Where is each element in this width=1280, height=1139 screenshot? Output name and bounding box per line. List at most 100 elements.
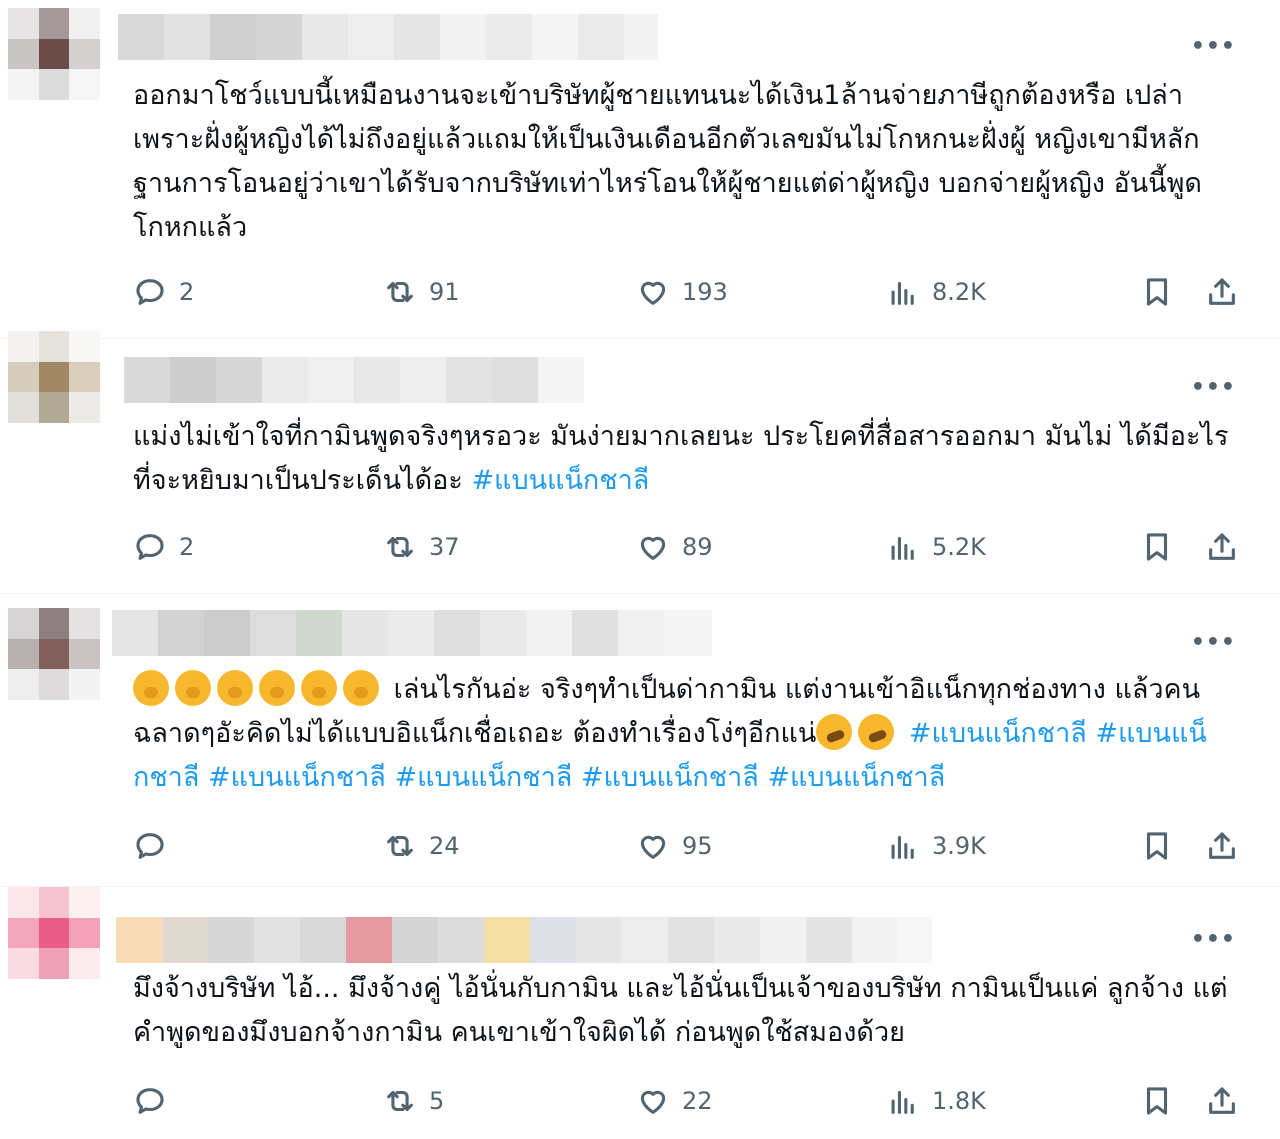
- views-button[interactable]: 1.8K: [886, 1079, 986, 1123]
- action-bar: 5 22 1.8K: [0, 1079, 1280, 1123]
- views-count: 1.8K: [932, 1087, 986, 1115]
- tweet[interactable]: ••• มึงจ้างบริษัท ไอ้... มึงจ้างคู่ ไอ้น…: [0, 887, 1280, 1139]
- tweet-text-main: แม่งไม่เข้าใจที่กามินพูดจริงๆหรอวะ มันง่…: [133, 421, 1229, 496]
- hand-over-mouth-emoji: [343, 670, 379, 706]
- share-button[interactable]: [1205, 824, 1239, 868]
- bookmark-button[interactable]: [1140, 1079, 1174, 1123]
- repost-icon: [387, 536, 413, 558]
- views-count: 3.9K: [932, 832, 986, 860]
- reply-button[interactable]: 2: [133, 525, 194, 569]
- views-button[interactable]: 5.2K: [886, 525, 986, 569]
- views-count: 8.2K: [932, 278, 986, 306]
- reply-button[interactable]: [133, 824, 179, 868]
- hashtag-link[interactable]: #แบนแน็กชาลี: [767, 762, 945, 793]
- hashtag-link[interactable]: #แบนแน็กชาลี: [471, 465, 649, 496]
- share-icon: [1209, 533, 1235, 560]
- reply-count: 2: [179, 278, 195, 306]
- share-icon: [1209, 832, 1235, 859]
- hand-over-mouth-emoji: [175, 670, 211, 706]
- hand-over-mouth-emoji: [301, 670, 337, 706]
- rolling-laughing-emoji: [853, 708, 900, 756]
- action-bar: 2 91 193 8.2K: [0, 270, 1280, 314]
- tweet-text: เล่นไรกันอ่ะ จริงๆทำเป็นด่ากามิน แต่งานเ…: [133, 668, 1243, 800]
- hand-over-mouth-emoji: [259, 670, 295, 706]
- repost-button[interactable]: 37: [383, 525, 460, 569]
- reply-button[interactable]: [133, 1079, 179, 1123]
- hand-over-mouth-emoji: [133, 670, 169, 706]
- username-blurred[interactable]: [118, 14, 658, 60]
- bookmark-icon: [1146, 278, 1168, 306]
- tweet[interactable]: ••• เล่นไรกันอ่ะ จริงๆทำเป็นด่ากามิน แต่…: [0, 594, 1280, 886]
- username-blurred[interactable]: [124, 357, 584, 403]
- avatar[interactable]: [8, 331, 100, 423]
- like-count: 89: [682, 533, 713, 561]
- like-button[interactable]: 193: [636, 270, 728, 314]
- rolling-laughing-emoji: [811, 708, 858, 756]
- repost-button[interactable]: 5: [383, 1079, 444, 1123]
- bookmark-button[interactable]: [1140, 270, 1174, 314]
- repost-icon: [387, 281, 413, 303]
- share-button[interactable]: [1205, 525, 1239, 569]
- views-icon: [891, 281, 914, 305]
- share-button[interactable]: [1205, 1079, 1239, 1123]
- reply-icon: [136, 279, 164, 305]
- repost-count: 24: [429, 832, 460, 860]
- views-count: 5.2K: [932, 533, 986, 561]
- heart-icon: [640, 536, 666, 560]
- reply-icon: [136, 534, 164, 560]
- like-button[interactable]: 22: [636, 1079, 713, 1123]
- bookmark-button[interactable]: [1140, 824, 1174, 868]
- reply-icon: [136, 833, 164, 859]
- repost-icon: [387, 835, 413, 857]
- repost-icon: [387, 1090, 413, 1112]
- repost-count: 91: [429, 278, 460, 306]
- heart-icon: [640, 1090, 666, 1114]
- username-blurred[interactable]: [116, 917, 932, 963]
- hashtag-link[interactable]: #แบนแน็กชาลี: [394, 762, 572, 793]
- reply-icon: [136, 1088, 164, 1114]
- hashtag-link[interactable]: #แบนแน็กชาลี: [909, 718, 1087, 749]
- repost-count: 5: [429, 1087, 445, 1115]
- like-button[interactable]: 89: [636, 525, 713, 569]
- more-icon[interactable]: •••: [1191, 630, 1236, 655]
- views-button[interactable]: 3.9K: [886, 824, 986, 868]
- views-button[interactable]: 8.2K: [886, 270, 986, 314]
- hashtag-link[interactable]: #แบนแน็กชาลี: [581, 762, 759, 793]
- share-icon: [1209, 278, 1235, 305]
- views-icon: [891, 536, 914, 560]
- more-icon[interactable]: •••: [1191, 927, 1236, 952]
- bookmark-button[interactable]: [1140, 525, 1174, 569]
- more-icon[interactable]: •••: [1191, 375, 1236, 400]
- action-bar: 2 37 89 5.2K: [0, 525, 1280, 569]
- views-icon: [891, 835, 914, 859]
- share-icon: [1209, 1087, 1235, 1114]
- like-count: 95: [682, 832, 713, 860]
- heart-icon: [640, 835, 666, 859]
- like-button[interactable]: 95: [636, 824, 713, 868]
- like-count: 22: [682, 1087, 713, 1115]
- reply-button[interactable]: 2: [133, 270, 194, 314]
- avatar[interactable]: [8, 8, 100, 100]
- hashtag-link[interactable]: #แบนแน็กชาลี: [208, 762, 386, 793]
- tweet[interactable]: ••• แม่งไม่เข้าใจที่กามินพูดจริงๆหรอวะ ม…: [0, 331, 1280, 593]
- like-count: 193: [682, 278, 728, 306]
- reply-count: 2: [179, 533, 195, 561]
- bookmark-icon: [1146, 533, 1168, 561]
- avatar[interactable]: [8, 887, 100, 979]
- hand-over-mouth-emoji: [217, 670, 253, 706]
- username-blurred[interactable]: [112, 610, 712, 656]
- heart-icon: [640, 281, 666, 305]
- views-icon: [891, 1090, 914, 1114]
- repost-button[interactable]: 91: [383, 270, 460, 314]
- tweet[interactable]: ••• ออกมาโชว์แบบนี้เหมือนงานจะเข้าบริษัท…: [0, 0, 1280, 338]
- repost-count: 37: [429, 533, 460, 561]
- more-icon[interactable]: •••: [1191, 34, 1236, 59]
- share-button[interactable]: [1205, 270, 1239, 314]
- tweet-text: แม่งไม่เข้าใจที่กามินพูดจริงๆหรอวะ มันง่…: [133, 415, 1243, 503]
- tweet-text: มึงจ้างบริษัท ไอ้... มึงจ้างคู่ ไอ้นั่นก…: [133, 973, 1228, 1048]
- bookmark-icon: [1146, 1087, 1168, 1115]
- tweet-text: ออกมาโชว์แบบนี้เหมือนงานจะเข้าบริษัทผู้ช…: [133, 80, 1202, 243]
- avatar[interactable]: [8, 608, 100, 700]
- repost-button[interactable]: 24: [383, 824, 460, 868]
- action-bar: 24 95 3.9K: [0, 824, 1280, 868]
